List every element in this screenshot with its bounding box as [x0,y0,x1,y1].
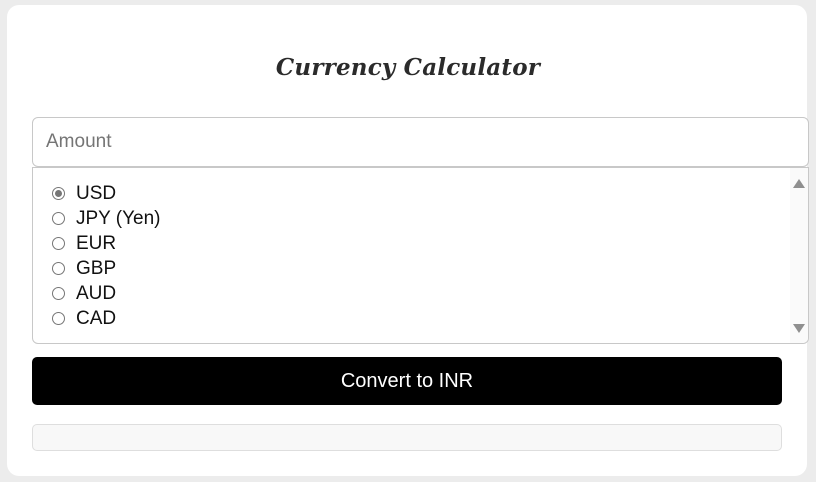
radio-eur[interactable] [52,237,65,250]
result-output [32,424,782,451]
radio-usd[interactable] [52,187,65,200]
currency-label: USD [76,182,117,204]
currency-label: GBP [76,257,117,279]
currency-label: CAD [76,307,117,329]
currency-scrollbar[interactable] [790,168,808,343]
currency-radio-list: USD JPY (Yen) EUR GBP AUD CAD [52,181,161,331]
page-title: Currency Calculator [275,54,541,81]
currency-option-aud[interactable]: AUD [52,281,161,306]
currency-option-cad[interactable]: CAD [52,306,161,331]
scroll-up-arrow-icon[interactable] [793,179,805,188]
currency-list-box[interactable]: USD JPY (Yen) EUR GBP AUD CAD [32,167,809,344]
currency-label: EUR [76,232,117,254]
radio-jpy[interactable] [52,212,65,225]
radio-gbp[interactable] [52,262,65,275]
currency-option-gbp[interactable]: GBP [52,256,161,281]
currency-option-jpy[interactable]: JPY (Yen) [52,206,161,231]
amount-input[interactable] [32,117,809,167]
radio-cad[interactable] [52,312,65,325]
convert-button[interactable]: Convert to INR [32,357,782,405]
currency-option-eur[interactable]: EUR [52,231,161,256]
currency-label: AUD [76,282,117,304]
radio-aud[interactable] [52,287,65,300]
scroll-down-arrow-icon[interactable] [793,324,805,333]
currency-label: JPY (Yen) [76,207,161,229]
currency-option-usd[interactable]: USD [52,181,161,206]
